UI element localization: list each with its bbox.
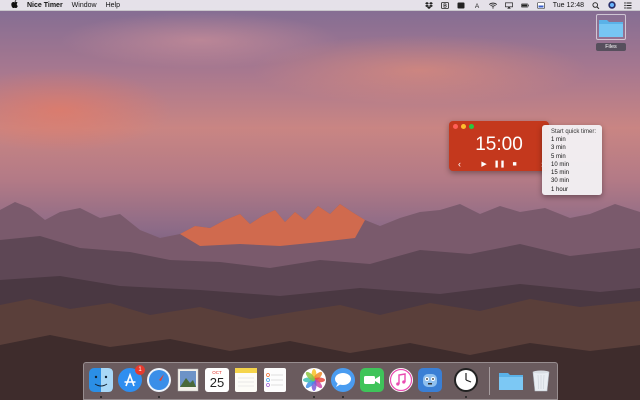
running-indicator bbox=[313, 396, 315, 398]
svg-text:B: B bbox=[443, 3, 447, 8]
timer-display: 15:00 bbox=[475, 134, 523, 155]
svg-text:A: A bbox=[475, 3, 480, 9]
input-source-icon[interactable] bbox=[536, 1, 545, 9]
app-store-badge: 1 bbox=[135, 365, 145, 375]
zoom-button[interactable] bbox=[469, 124, 474, 129]
wifi-icon[interactable] bbox=[488, 2, 497, 9]
photos-icon[interactable] bbox=[301, 367, 327, 393]
search-icon[interactable] bbox=[592, 1, 600, 9]
menubar-clock[interactable]: Tue 12:48 bbox=[553, 2, 584, 9]
folder-stack-icon[interactable] bbox=[498, 367, 524, 393]
dock: 1 OCT 25 bbox=[83, 362, 558, 400]
reminders-icon[interactable] bbox=[262, 367, 288, 393]
quick-timer-item[interactable]: 3 min bbox=[542, 144, 602, 152]
help-menu[interactable]: Help bbox=[106, 2, 120, 9]
close-button[interactable] bbox=[453, 124, 458, 129]
folder-icon bbox=[596, 14, 626, 40]
quick-timer-item[interactable]: 5 min bbox=[542, 153, 602, 161]
minimize-button[interactable] bbox=[461, 124, 466, 129]
quick-timer-item[interactable]: 30 min bbox=[542, 177, 602, 185]
bold-b-icon[interactable]: B bbox=[440, 1, 449, 9]
quick-timer-title: Start quick timer: bbox=[551, 129, 597, 135]
menu-bar: Nice Timer Window Help B A Tue 12:48 bbox=[0, 0, 640, 11]
app-menu[interactable]: Nice Timer bbox=[27, 2, 63, 9]
timer-status-icon[interactable] bbox=[457, 2, 465, 9]
apple-menu-icon[interactable] bbox=[10, 0, 18, 10]
preview-icon[interactable] bbox=[175, 367, 201, 393]
calendar-day: 25 bbox=[209, 375, 225, 390]
stop-icon[interactable]: ■ bbox=[512, 161, 516, 168]
itunes-icon[interactable] bbox=[388, 367, 414, 393]
notification-center-icon[interactable] bbox=[624, 1, 632, 9]
messages-icon[interactable] bbox=[330, 367, 356, 393]
running-indicator bbox=[465, 396, 467, 398]
pause-icon[interactable]: ❚❚ bbox=[494, 160, 506, 168]
quick-timer-item[interactable]: 1 hour bbox=[542, 186, 602, 194]
clock-icon[interactable] bbox=[453, 367, 479, 393]
running-indicator bbox=[100, 396, 102, 398]
desktop-folder-label: Files bbox=[596, 43, 626, 51]
notes-icon[interactable] bbox=[233, 367, 259, 393]
facetime-icon[interactable] bbox=[359, 367, 385, 393]
dropbox-icon[interactable] bbox=[424, 1, 433, 9]
desktop-folder[interactable]: Files bbox=[594, 14, 628, 51]
siri-icon[interactable] bbox=[608, 1, 616, 9]
timer-window[interactable]: 15:00 ‹ ▶ ❚❚ ■ › bbox=[449, 121, 549, 171]
previous-arrow-icon[interactable]: ‹ bbox=[458, 159, 461, 169]
running-indicator bbox=[429, 396, 431, 398]
quick-timer-item[interactable]: 15 min bbox=[542, 169, 602, 177]
timer-controls: ‹ ▶ ❚❚ ■ › bbox=[449, 159, 549, 169]
quick-timer-menu: Start quick timer: 1 min 3 min 5 min 10 … bbox=[542, 125, 602, 195]
running-indicator bbox=[342, 396, 344, 398]
window-controls bbox=[453, 124, 474, 129]
safari-icon[interactable] bbox=[146, 367, 172, 393]
running-indicator bbox=[158, 396, 160, 398]
airplay-icon[interactable] bbox=[504, 1, 513, 9]
app-store-icon[interactable]: 1 bbox=[117, 365, 145, 393]
dock-separator bbox=[489, 367, 490, 395]
quick-timer-item[interactable]: 1 min bbox=[542, 136, 602, 144]
window-menu[interactable]: Window bbox=[72, 2, 97, 9]
battery-icon bbox=[520, 2, 529, 9]
quick-timer-item[interactable]: 10 min bbox=[542, 161, 602, 169]
calendar-icon[interactable]: OCT 25 bbox=[204, 367, 230, 393]
play-icon[interactable]: ▶ bbox=[481, 160, 486, 168]
a-status-icon[interactable]: A bbox=[473, 2, 481, 9]
trash-icon[interactable] bbox=[528, 367, 554, 393]
finder-icon[interactable] bbox=[88, 367, 114, 393]
tweetbot-icon[interactable] bbox=[417, 367, 443, 393]
